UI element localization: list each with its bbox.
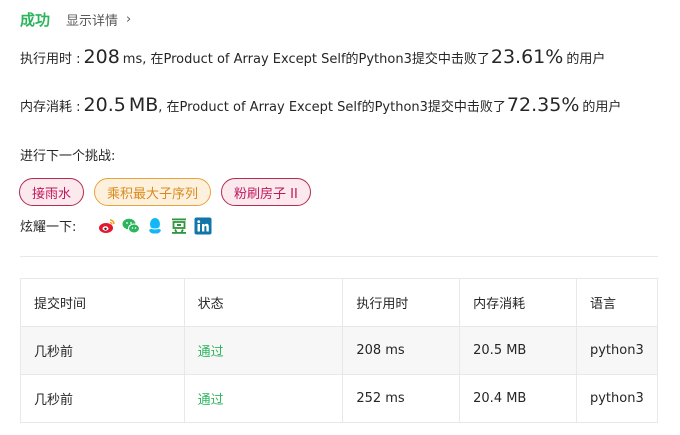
cell-language: python3 bbox=[575, 374, 659, 423]
douban-icon[interactable] bbox=[170, 217, 188, 235]
weibo-icon[interactable] bbox=[98, 217, 116, 235]
chevron-right-icon: › bbox=[126, 11, 132, 27]
runtime-unit: ms bbox=[122, 52, 143, 67]
challenge-tag-paint-house-ii[interactable]: 粉刷房子 II bbox=[221, 178, 311, 206]
show-details-link[interactable]: 显示详情 › bbox=[66, 10, 131, 29]
result-status: 成功 bbox=[20, 10, 51, 29]
memory-suffix: 的用户 bbox=[582, 100, 622, 115]
cell-memory: 20.4 MB bbox=[459, 374, 577, 423]
memory-value: 20.5 bbox=[83, 94, 126, 116]
challenge-tag-max-product-subarray[interactable]: 乘积最大子序列 bbox=[94, 178, 212, 206]
cell-memory: 20.5 MB bbox=[459, 326, 577, 375]
show-details-label: 显示详情 bbox=[66, 13, 119, 29]
table-row: 几秒前 通过 252 ms 20.4 MB python3 bbox=[20, 374, 659, 423]
share-row: 炫耀一下: bbox=[20, 216, 218, 235]
cell-language: python3 bbox=[575, 326, 659, 375]
section-divider bbox=[20, 256, 658, 257]
header-submit-time: 提交时间 bbox=[20, 278, 185, 327]
runtime-value: 208 bbox=[83, 46, 120, 68]
memory-stat: 内存消耗 : 20.5 MB , 在Product of Array Excep… bbox=[20, 94, 621, 116]
header-status: 状态 bbox=[183, 278, 344, 327]
header-runtime: 执行用时 bbox=[342, 278, 461, 327]
runtime-percent: 23.61% bbox=[490, 46, 564, 68]
next-challenge-label: 进行下一个挑战: bbox=[20, 149, 116, 164]
memory-description: , 在Product of Array Except Self的Python3提… bbox=[158, 100, 506, 115]
cell-status-link[interactable]: 通过 bbox=[183, 326, 344, 375]
cell-runtime: 252 ms bbox=[342, 374, 461, 423]
next-challenge-tags: 接雨水 乘积最大子序列 粉刷房子 II bbox=[19, 178, 321, 206]
runtime-suffix: 的用户 bbox=[566, 52, 606, 67]
memory-percent: 72.35% bbox=[506, 94, 580, 116]
header-memory: 内存消耗 bbox=[459, 278, 577, 327]
linkedin-icon[interactable] bbox=[194, 217, 212, 235]
runtime-label: 执行用时 : bbox=[20, 52, 81, 67]
share-label: 炫耀一下: bbox=[20, 220, 77, 235]
wechat-icon[interactable] bbox=[122, 217, 141, 235]
memory-label: 内存消耗 : bbox=[20, 100, 81, 115]
header-language: 语言 bbox=[575, 278, 659, 327]
memory-unit: MB bbox=[128, 94, 159, 116]
challenge-tag-trapping-rain-water[interactable]: 接雨水 bbox=[19, 178, 85, 206]
cell-submit-time: 几秒前 bbox=[20, 326, 185, 375]
runtime-description: , 在Product of Array Except Self的Python3提… bbox=[142, 52, 490, 67]
table-row: 几秒前 通过 208 ms 20.5 MB python3 bbox=[20, 326, 659, 375]
cell-status-link[interactable]: 通过 bbox=[183, 374, 344, 423]
result-header: 成功 显示详情 › bbox=[20, 8, 131, 30]
runtime-stat: 执行用时 : 208 ms , 在Product of Array Except… bbox=[20, 46, 605, 68]
table-header-row: 提交时间 状态 执行用时 内存消耗 语言 bbox=[20, 278, 659, 327]
qq-icon[interactable] bbox=[146, 217, 164, 235]
submissions-table: 提交时间 状态 执行用时 内存消耗 语言 几秒前 通过 208 ms 20.5 … bbox=[20, 278, 659, 423]
cell-submit-time: 几秒前 bbox=[20, 374, 185, 423]
cell-runtime: 208 ms bbox=[342, 326, 461, 375]
